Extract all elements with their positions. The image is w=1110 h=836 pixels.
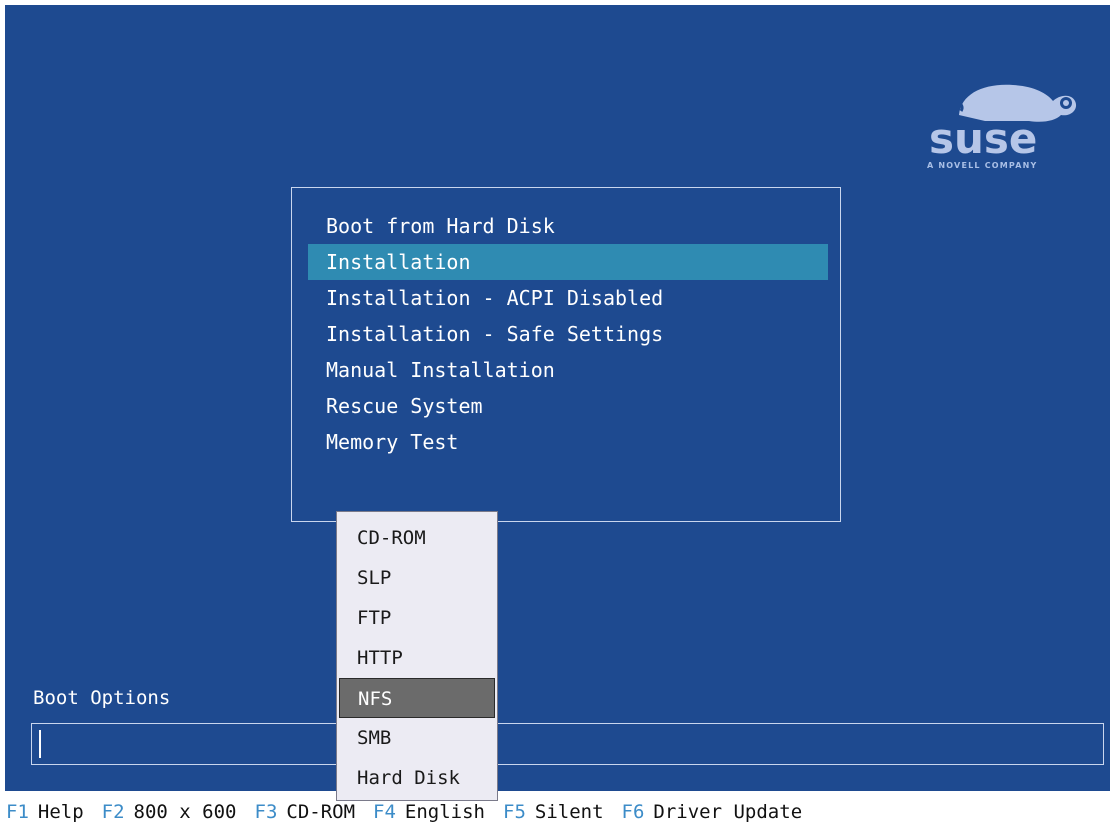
source-option-http[interactable]: HTTP <box>337 638 497 678</box>
menu-item-installation-safe-settings[interactable]: Installation - Safe Settings <box>308 316 828 352</box>
fkey-key: F2 <box>101 801 125 823</box>
menu-item-memory-test[interactable]: Memory Test <box>308 424 828 460</box>
fkey-video-mode[interactable]: F2 800 x 600 <box>102 801 237 823</box>
text-cursor <box>39 730 41 758</box>
source-option-slp[interactable]: SLP <box>337 558 497 598</box>
menu-item-boot-hard-disk[interactable]: Boot from Hard Disk <box>308 208 828 244</box>
fkey-language[interactable]: F4 English <box>373 801 485 823</box>
fkey-key: F5 <box>503 801 526 823</box>
source-option-smb[interactable]: SMB <box>337 718 497 758</box>
function-key-list: F1 Help F2 800 x 600 F3 CD-ROM F4 English F5… <box>6 801 820 823</box>
function-key-bar: F1 Help F2 800 x 600 F3 CD-ROM F4 English F5… <box>0 791 1110 836</box>
fkey-splash[interactable]: F5 Silent <box>503 801 604 823</box>
fkey-driver-update[interactable]: F6 Driver Update <box>622 801 803 823</box>
installation-source-list: CD-ROM SLP FTP HTTP NFS SMB Hard Disk <box>337 518 497 798</box>
fkey-label: CD-ROM <box>286 801 356 823</box>
source-option-cd-rom[interactable]: CD-ROM <box>337 518 497 558</box>
fkey-label: English <box>404 801 485 823</box>
fkey-help[interactable]: F1 Help <box>6 801 84 823</box>
menu-item-rescue-system[interactable]: Rescue System <box>308 388 828 424</box>
fkey-key: F3 <box>254 801 278 823</box>
menu-item-manual-installation[interactable]: Manual Installation <box>308 352 828 388</box>
boot-options-label: Boot Options <box>33 687 171 709</box>
fkey-label: 800 x 600 <box>133 801 237 823</box>
installation-source-popup: CD-ROM SLP FTP HTTP NFS SMB Hard Disk <box>336 511 498 801</box>
boot-menu: Boot from Hard Disk Installation Install… <box>291 187 841 522</box>
menu-item-installation-acpi-disabled[interactable]: Installation - ACPI Disabled <box>308 280 828 316</box>
menu-item-installation[interactable]: Installation <box>308 244 828 280</box>
boot-screen: suse A NOVELL COMPANY Boot from Hard Dis… <box>5 5 1110 791</box>
logo-tagline: A NOVELL COMPANY <box>927 161 1038 170</box>
source-option-ftp[interactable]: FTP <box>337 598 497 638</box>
fkey-label: Silent <box>534 801 604 823</box>
boot-menu-list: Boot from Hard Disk Installation Install… <box>308 208 828 460</box>
source-option-hard-disk[interactable]: Hard Disk <box>337 758 497 798</box>
fkey-label: Driver Update <box>653 801 803 823</box>
logo-wordmark: suse <box>929 114 1037 161</box>
fkey-key: F4 <box>373 801 396 823</box>
fkey-label: Help <box>37 801 84 823</box>
source-option-nfs[interactable]: NFS <box>339 678 495 718</box>
chameleon-logo-icon: suse <box>929 84 1077 161</box>
fkey-key: F6 <box>621 801 645 823</box>
suse-logo: suse <box>925 75 1085 175</box>
fkey-source[interactable]: F3 CD-ROM <box>255 801 356 823</box>
fkey-key: F1 <box>6 801 29 823</box>
boot-options-input[interactable] <box>31 723 1104 765</box>
